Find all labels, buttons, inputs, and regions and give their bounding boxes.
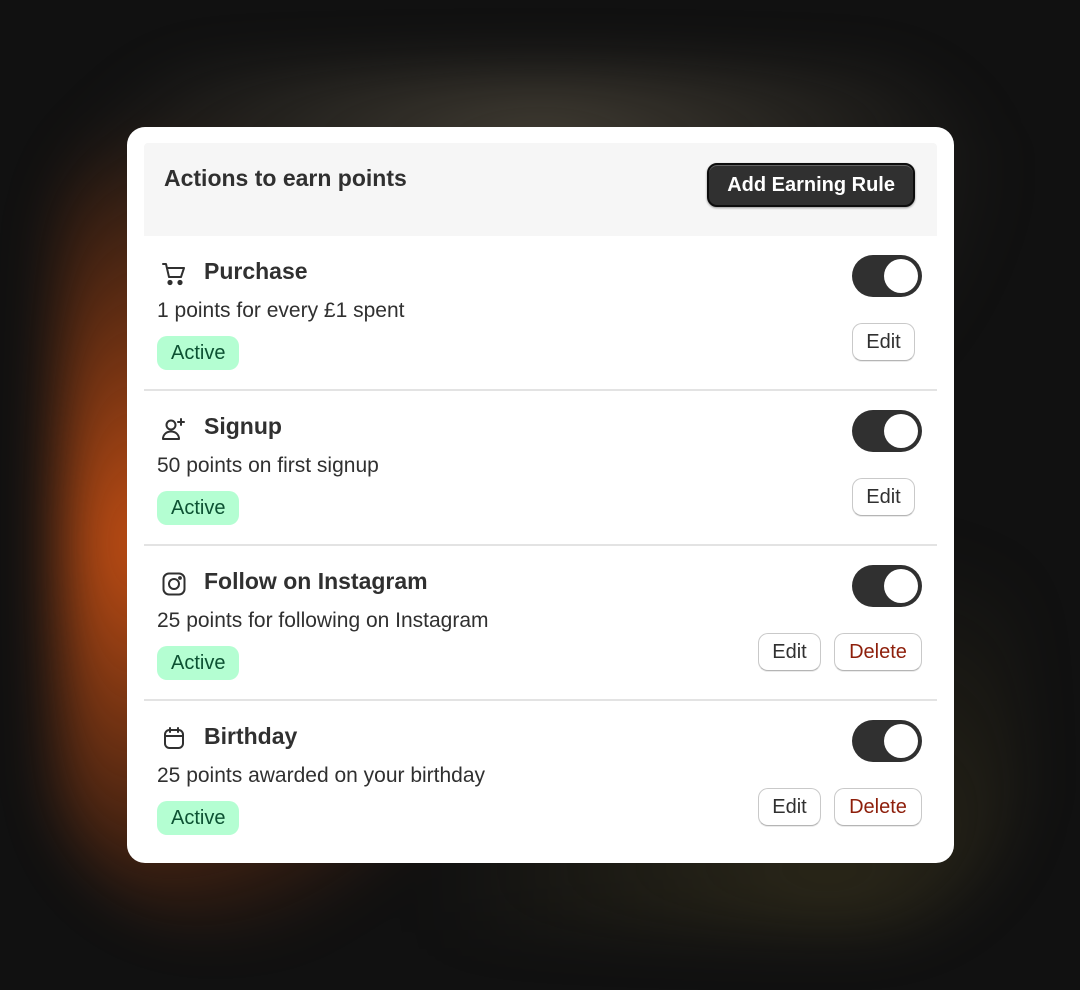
edit-button-signup[interactable]: Edit	[852, 478, 915, 516]
edit-button-birthday[interactable]: Edit	[758, 788, 821, 826]
card-header: Actions to earn points Add Earning Rule	[144, 143, 937, 236]
rule-title: Birthday	[204, 723, 298, 749]
status-badge: Active	[157, 801, 240, 835]
rule-toggle-purchase[interactable]	[852, 255, 922, 297]
toggle-knob	[884, 724, 918, 758]
rule-description: 1 points for every £1 spent	[157, 299, 405, 322]
rule-row-signup: Signup 50 points on first signup Active …	[144, 391, 937, 546]
rule-description: 25 points for following on Instagram	[157, 609, 489, 632]
add-earning-rule-button[interactable]: Add Earning Rule	[707, 163, 915, 207]
edit-button-purchase[interactable]: Edit	[852, 323, 915, 361]
delete-button-birthday[interactable]: Delete	[834, 788, 922, 826]
instagram-icon	[160, 570, 188, 598]
rule-title: Signup	[204, 413, 282, 439]
rule-row-birthday: Birthday 25 points awarded on your birth…	[144, 701, 937, 856]
person-add-icon	[160, 415, 188, 443]
rule-toggle-signup[interactable]	[852, 410, 922, 452]
rule-description: 50 points on first signup	[157, 454, 379, 477]
toggle-knob	[884, 414, 918, 448]
toggle-knob	[884, 569, 918, 603]
toggle-knob	[884, 259, 918, 293]
rule-description: 25 points awarded on your birthday	[157, 764, 486, 787]
rule-toggle-instagram[interactable]	[852, 565, 922, 607]
status-badge: Active	[157, 336, 240, 370]
earning-rules-card: Actions to earn points Add Earning Rule …	[127, 127, 954, 863]
rule-toggle-birthday[interactable]	[852, 720, 922, 762]
calendar-icon	[160, 725, 188, 753]
shopping-cart-icon	[160, 260, 188, 288]
delete-button-instagram[interactable]: Delete	[834, 633, 922, 671]
card-title: Actions to earn points	[164, 165, 407, 191]
rule-row-purchase: Purchase 1 points for every £1 spent Act…	[144, 236, 937, 391]
status-badge: Active	[157, 646, 240, 680]
status-badge: Active	[157, 491, 240, 525]
rule-row-instagram: Follow on Instagram 25 points for follow…	[144, 546, 937, 701]
rule-title: Follow on Instagram	[204, 568, 428, 594]
rule-title: Purchase	[204, 258, 308, 284]
edit-button-instagram[interactable]: Edit	[758, 633, 821, 671]
